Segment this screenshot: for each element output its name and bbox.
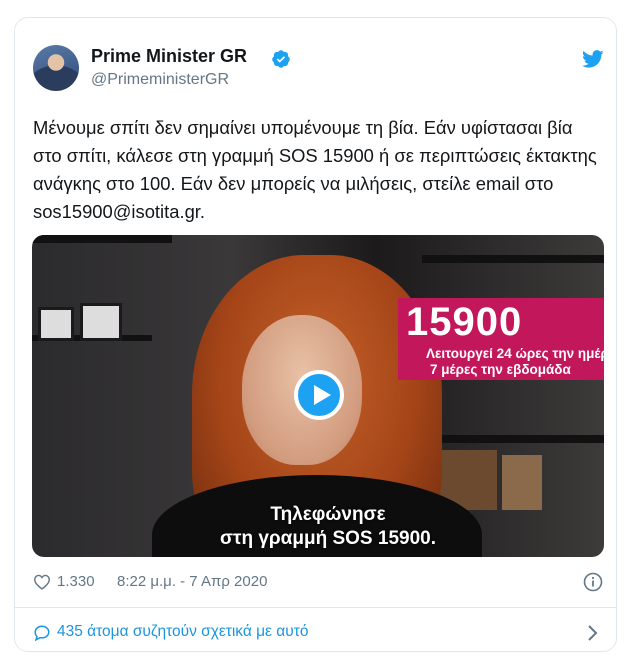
- hotline-number: 15900: [406, 300, 523, 344]
- hotline-banner: 15900 Λειτουργεί 24 ώρες την ημέρα 7 μέρ…: [398, 298, 604, 380]
- tweet-text: Μένουμε σπίτι δεν σημαίνει υπομένουμε τη…: [33, 117, 597, 222]
- verified-badge-icon: [272, 50, 290, 68]
- video-player[interactable]: 15900 Λειτουργεί 24 ώρες την ημέρα 7 μέρ…: [32, 235, 604, 557]
- divider: [15, 607, 616, 608]
- hotline-hours: Λειτουργεί 24 ώρες την ημέρα: [426, 346, 604, 361]
- avatar[interactable]: [33, 45, 79, 91]
- heart-icon[interactable]: [33, 574, 51, 590]
- bookshelf: [32, 235, 172, 243]
- video-caption-line2: στη γραμμή SOS 15900.: [219, 528, 436, 549]
- author-name[interactable]: Prime Minister GR: [91, 46, 247, 67]
- conversation-link[interactable]: 435 άτομα συζητούν σχετικά με αυτό: [57, 623, 308, 641]
- twitter-bird-icon[interactable]: [581, 48, 605, 70]
- photo-frame: [38, 307, 74, 341]
- photo-frame: [80, 303, 122, 341]
- hotline-days: 7 μέρες την εβδομάδα: [430, 362, 571, 377]
- timestamp[interactable]: 8:22 μ.μ. - 7 Απρ 2020: [117, 573, 267, 590]
- play-icon: [314, 385, 331, 405]
- bookshelf: [432, 435, 604, 443]
- speech-bubble-icon: [34, 625, 50, 642]
- info-icon[interactable]: [583, 572, 603, 592]
- author-handle[interactable]: @PrimeministerGR: [91, 71, 229, 89]
- tweet-card: Prime Minister GR @PrimeministerGR Μένου…: [14, 17, 617, 652]
- bookshelf: [422, 255, 604, 263]
- chevron-right-icon[interactable]: [587, 624, 599, 642]
- books: [502, 455, 542, 510]
- play-button[interactable]: [294, 370, 344, 420]
- video-caption-line1: Τηλεφώνησε: [270, 504, 386, 525]
- like-count[interactable]: 1.330: [57, 573, 95, 590]
